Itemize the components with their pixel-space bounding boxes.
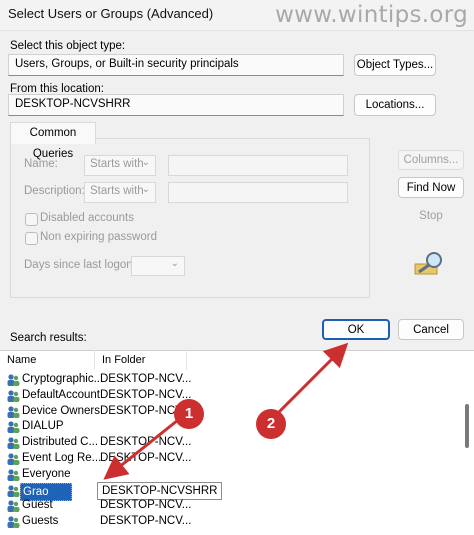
- name-input[interactable]: [168, 155, 348, 176]
- locations-button[interactable]: Locations...: [354, 94, 436, 116]
- column-header-name[interactable]: Name: [0, 350, 95, 370]
- row-folder: DESKTOP-NCV...: [100, 452, 192, 464]
- search-query-icon: [414, 252, 442, 275]
- row-name: Distributed C...: [22, 436, 99, 449]
- row-folder: DESKTOP-NCV...: [100, 515, 192, 528]
- non-expiring-password-checkbox[interactable]: [25, 232, 38, 245]
- row-name: DefaultAccount: [22, 388, 100, 401]
- days-since-logon-dropdown[interactable]: ⌄: [131, 256, 185, 276]
- days-since-logon-label: Days since last logon:: [24, 259, 136, 271]
- table-row[interactable]: DefaultAccount DESKTOP-NCV...: [0, 388, 460, 404]
- name-label: Name:: [24, 158, 58, 170]
- row-name: Everyone: [22, 467, 71, 480]
- user-group-icon: [7, 469, 20, 481]
- search-results-label: Search results:: [10, 332, 87, 344]
- user-group-icon: [7, 390, 20, 402]
- column-header-in-folder[interactable]: In Folder: [95, 350, 187, 370]
- window-title: Select Users or Groups (Advanced): [8, 6, 214, 21]
- table-row[interactable]: Guest DESKTOP-NCV...: [0, 498, 460, 514]
- table-row[interactable]: Everyone: [0, 467, 460, 483]
- chevron-down-icon: ⌄: [141, 184, 150, 195]
- description-input[interactable]: [168, 182, 348, 203]
- row-folder: DESKTOP-NCV...: [100, 373, 192, 385]
- cancel-button[interactable]: Cancel: [398, 319, 464, 340]
- table-row[interactable]: Distributed C... DESKTOP-NCV...: [0, 435, 460, 451]
- user-group-icon: [7, 405, 20, 418]
- row-name: Cryptographic...: [22, 373, 104, 385]
- columns-button[interactable]: Columns...: [398, 150, 464, 170]
- row-folder: DESKTOP-NCV...: [100, 499, 192, 512]
- table-row[interactable]: DIALUP: [0, 419, 460, 435]
- user-group-icon: [7, 516, 20, 529]
- user-group-icon: [7, 453, 20, 465]
- table-row[interactable]: Cryptographic... DESKTOP-NCV...: [0, 372, 460, 388]
- description-label: Description:: [24, 185, 85, 197]
- description-mode-dropdown[interactable]: Starts with ⌄: [84, 182, 156, 203]
- scrollbar-thumb[interactable]: [465, 404, 469, 448]
- stop-button[interactable]: Stop: [398, 206, 464, 226]
- disabled-accounts-checkbox[interactable]: [25, 213, 38, 226]
- name-mode-value: Starts with: [90, 158, 144, 170]
- disabled-accounts-label: Disabled accounts: [40, 212, 134, 224]
- callout-1: 1: [174, 399, 204, 429]
- user-group-icon: [7, 374, 20, 386]
- watermark: www.wintips.org: [275, 2, 468, 28]
- tab-common-queries[interactable]: Common Queries: [10, 122, 96, 160]
- row-name: Guest: [22, 499, 53, 512]
- description-mode-value: Starts with: [90, 185, 144, 197]
- location-field: DESKTOP-NCVSHRR: [8, 94, 344, 116]
- row-name: Device Owners: [22, 404, 100, 417]
- object-types-button[interactable]: Object Types...: [354, 54, 436, 76]
- table-row[interactable]: Device Owners DESKTOP-NCV...: [0, 404, 460, 420]
- row-folder: DESKTOP-NCV...: [100, 388, 192, 401]
- row-folder: DESKTOP-NCV...: [100, 436, 192, 449]
- find-now-button[interactable]: Find Now: [398, 177, 464, 198]
- object-type-label: Select this object type:: [10, 40, 126, 52]
- scrollbar[interactable]: [462, 372, 472, 532]
- row-name: Guests: [22, 515, 59, 528]
- non-expiring-password-label: Non expiring password: [40, 231, 157, 243]
- chevron-down-icon: ⌄: [141, 157, 150, 168]
- table-row[interactable]: Guests DESKTOP-NCV...: [0, 514, 460, 530]
- user-group-icon: [7, 437, 20, 450]
- folder-tooltip: DESKTOP-NCVSHRR: [97, 481, 223, 500]
- row-name: Event Log Re...: [22, 452, 102, 464]
- table-row[interactable]: Event Log Re... DESKTOP-NCV...: [0, 451, 460, 467]
- user-group-icon: [7, 484, 20, 497]
- user-group-icon: [7, 500, 20, 513]
- chevron-down-icon: ⌄: [170, 258, 179, 269]
- ok-button[interactable]: OK: [322, 319, 390, 340]
- name-mode-dropdown[interactable]: Starts with ⌄: [84, 155, 156, 176]
- object-type-field: Users, Groups, or Built-in security prin…: [8, 54, 344, 76]
- callout-2: 2: [256, 409, 286, 439]
- user-group-icon: [7, 421, 20, 434]
- row-name: DIALUP: [22, 420, 64, 433]
- table-row[interactable]: Grao DESKTOP-NCVSHRR: [0, 481, 460, 501]
